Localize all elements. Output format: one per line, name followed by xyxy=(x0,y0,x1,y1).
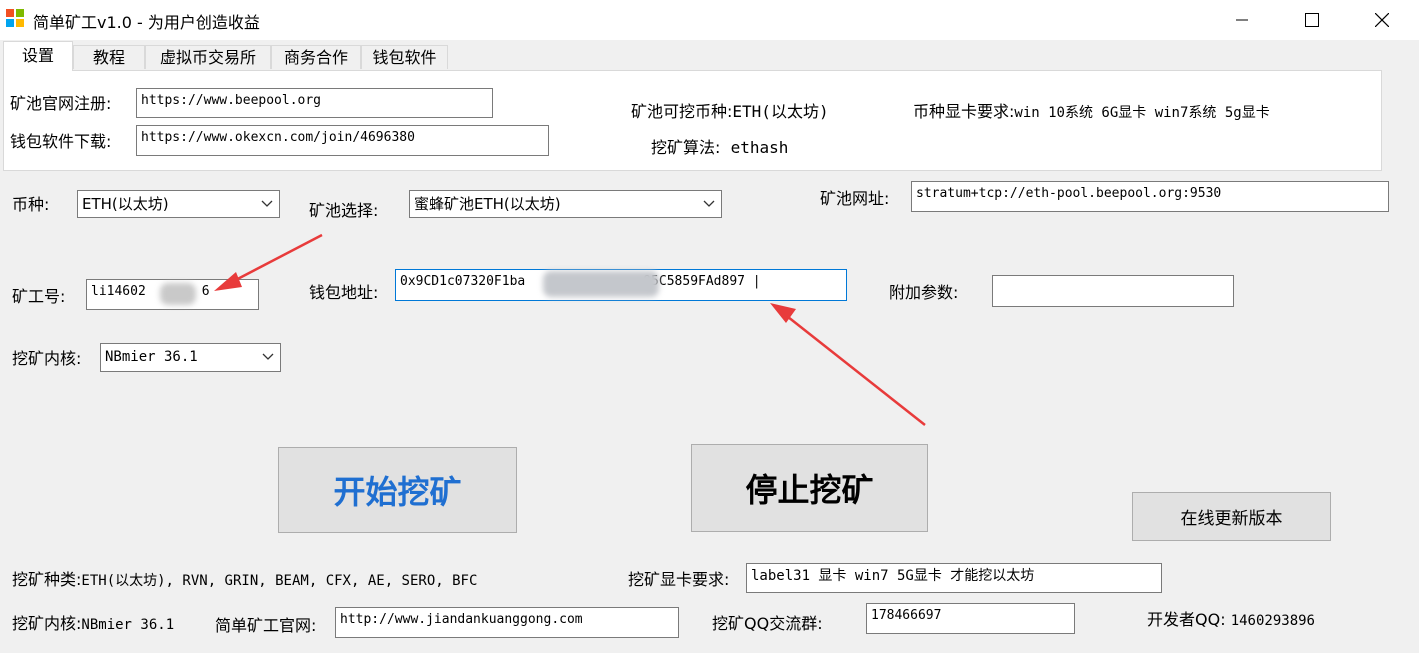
wallet-download-label: 钱包软件下载: xyxy=(10,132,112,151)
start-mining-button[interactable]: 开始挖矿 xyxy=(278,447,517,533)
minimize-icon xyxy=(1236,19,1248,21)
online-update-button[interactable]: 在线更新版本 xyxy=(1132,492,1331,541)
algo-value: ethash xyxy=(730,138,789,157)
minable-coins-label-text: 矿池可挖币种: xyxy=(631,102,733,121)
tab-business[interactable]: 商务合作 xyxy=(271,45,361,69)
title-bar: 简单矿工v1.0 - 为用户创造收益 xyxy=(0,0,1419,40)
arrow-to-wallet-field xyxy=(770,303,926,426)
extra-params-label: 附加参数: xyxy=(889,283,959,302)
gpu-req-label: 币种显卡要求:win 10系统 6G显卡 win7系统 5g显卡 xyxy=(913,98,1270,122)
worker-value-suffix: 6 xyxy=(201,284,210,299)
tab-wallet-software[interactable]: 钱包软件 xyxy=(361,45,448,69)
pool-url-label: 矿池网址: xyxy=(820,189,890,208)
maximize-icon xyxy=(1305,13,1319,27)
wallet-value-prefix: 0x9CD1c07320F1ba xyxy=(400,274,526,289)
footer-gpu-label: 挖矿显卡要求: xyxy=(628,570,730,589)
footer-gpu-field[interactable]: label31 显卡 win7 5G显卡 才能挖以太坊 xyxy=(746,563,1162,593)
footer-kernel-value: NBmier 36.1 xyxy=(81,617,175,633)
mining-kinds-value: ETH(以太坊), RVN, GRIN, BEAM, CFX, AE, SERO… xyxy=(81,573,478,589)
redaction-blur xyxy=(160,283,196,305)
pool-url-field[interactable]: stratum+tcp://eth-pool.beepool.org:9530 xyxy=(911,181,1389,212)
site-label: 简单矿工官网: xyxy=(215,616,317,635)
wallet-download-field[interactable]: https://www.okexcn.com/join/4696380 xyxy=(136,125,549,156)
qq-group-label: 挖矿QQ交流群: xyxy=(712,614,823,633)
footer-kernel-label: 挖矿内核:NBmier 36.1 xyxy=(12,610,174,634)
pool-select[interactable]: 蜜蜂矿池ETH(以太坊) xyxy=(409,190,722,218)
mining-kinds-label-text: 挖矿种类: xyxy=(12,570,82,589)
dev-qq-label-text: 开发者QQ: xyxy=(1147,610,1226,629)
minimize-button[interactable] xyxy=(1219,0,1265,40)
wallet-value-suffix: 95C5859FAd897 | xyxy=(643,274,761,289)
app-icon xyxy=(6,9,24,27)
minable-coins-value: ETH(以太坊) xyxy=(732,102,829,121)
redaction-blur xyxy=(543,271,659,297)
mining-kinds-label: 挖矿种类:ETH(以太坊), RVN, GRIN, BEAM, CFX, AE,… xyxy=(12,566,477,590)
dev-qq-value: 1460293896 xyxy=(1230,613,1315,629)
algo-label: 挖矿算法: ethash xyxy=(651,134,788,158)
site-field[interactable]: http://www.jiandankuanggong.com xyxy=(335,607,679,638)
chevron-down-icon xyxy=(262,344,274,371)
extra-params-field[interactable] xyxy=(992,275,1234,307)
chevron-down-icon xyxy=(261,191,273,217)
coin-select-value: ETH(以太坊) xyxy=(82,195,169,213)
kernel-select[interactable]: NBmier 36.1 xyxy=(100,343,281,372)
pool-select-value: 蜜蜂矿池ETH(以太坊) xyxy=(414,195,561,213)
stop-mining-button[interactable]: 停止挖矿 xyxy=(691,444,928,532)
wallet-label: 钱包地址: xyxy=(309,283,379,302)
worker-label: 矿工号: xyxy=(12,287,66,306)
pool-register-label: 矿池官网注册: xyxy=(10,94,112,113)
dev-qq-label: 开发者QQ: 1460293896 xyxy=(1147,606,1315,630)
chevron-down-icon xyxy=(703,191,715,217)
window-title: 简单矿工v1.0 - 为用户创造收益 xyxy=(33,13,260,32)
worker-value-prefix: li14602 xyxy=(91,284,146,299)
tab-settings[interactable]: 设置 xyxy=(3,41,73,71)
tab-exchange[interactable]: 虚拟币交易所 xyxy=(145,45,271,69)
gpu-req-label-text: 币种显卡要求: xyxy=(913,102,1015,121)
pool-select-label: 矿池选择: xyxy=(309,201,379,220)
pool-register-field[interactable]: https://www.beepool.org xyxy=(136,88,493,118)
qq-group-field[interactable]: 178466697 xyxy=(866,603,1075,634)
close-icon xyxy=(1375,13,1389,27)
gpu-req-value: win 10系统 6G显卡 win7系统 5g显卡 xyxy=(1014,105,1270,121)
minable-coins-label: 矿池可挖币种:ETH(以太坊) xyxy=(631,98,829,122)
coin-label: 币种: xyxy=(12,195,50,214)
kernel-label: 挖矿内核: xyxy=(12,349,82,368)
coin-select[interactable]: ETH(以太坊) xyxy=(77,190,280,218)
kernel-select-value: NBmier 36.1 xyxy=(105,349,198,365)
algo-label-text: 挖矿算法: xyxy=(651,138,721,157)
close-button[interactable] xyxy=(1359,0,1405,40)
tab-tutorial[interactable]: 教程 xyxy=(73,45,145,69)
maximize-button[interactable] xyxy=(1289,0,1335,40)
footer-kernel-label-text: 挖矿内核: xyxy=(12,614,82,633)
